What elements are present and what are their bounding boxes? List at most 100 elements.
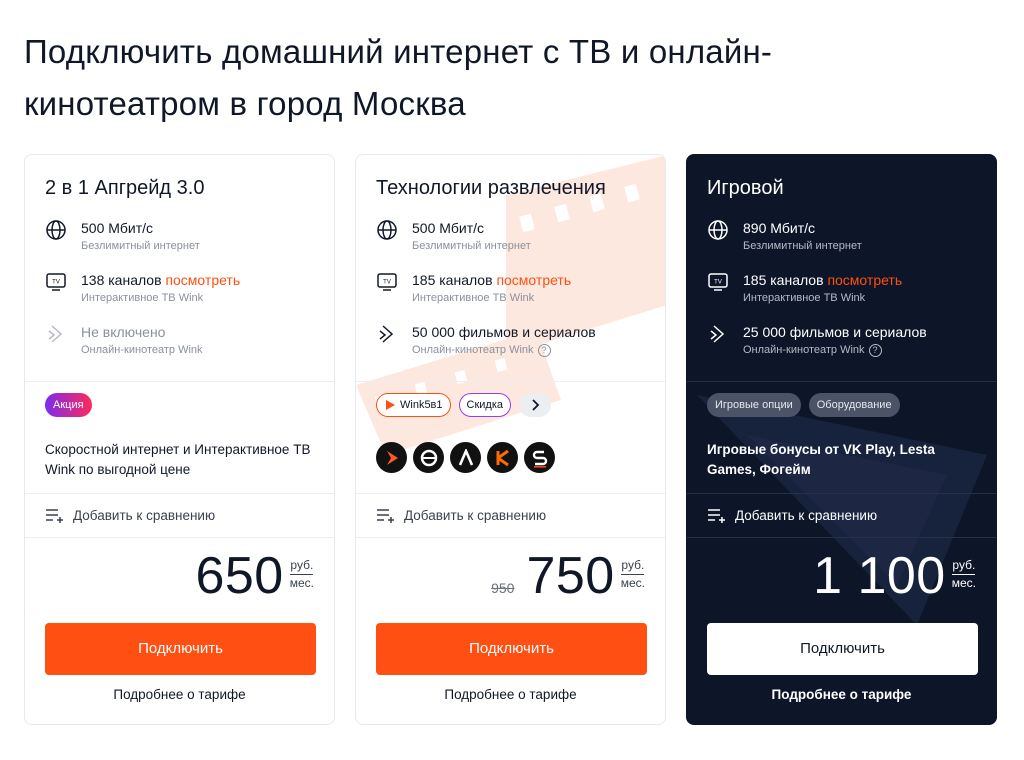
- price-currency: руб.: [290, 557, 314, 575]
- internet-label: Безлимитный интернет: [412, 240, 531, 252]
- price: 1 100 руб. мес.: [813, 547, 976, 605]
- cinema-label-row: Онлайн-кинотеатр Wink ?: [743, 343, 882, 357]
- channels-link[interactable]: посмотреть: [496, 272, 571, 288]
- feature-tv: TV 185 каналов посмотреть Интерактивное …: [707, 271, 987, 311]
- tv-channels-count: 138 каналов: [81, 272, 162, 288]
- globe-icon: [708, 220, 728, 240]
- channels-link[interactable]: посмотреть: [165, 272, 240, 288]
- svg-text:TV: TV: [714, 280, 722, 286]
- tv-label: Интерактивное ТВ Wink: [412, 292, 535, 304]
- cinema-label: Онлайн-кинотеатр Wink: [412, 344, 534, 356]
- tv-label: Интерактивное ТВ Wink: [81, 292, 204, 304]
- cinema-label: Онлайн-кинотеатр Wink: [743, 344, 865, 356]
- divider: [356, 493, 665, 494]
- internet-label: Безлимитный интернет: [81, 240, 200, 252]
- price-amount: 1 100: [813, 547, 946, 605]
- wink-icon: [48, 325, 63, 343]
- divider: [687, 493, 996, 494]
- tv-label: Интерактивное ТВ Wink: [743, 292, 866, 304]
- connect-button[interactable]: Подключить: [45, 623, 316, 675]
- feature-internet: 500 Мбит/с Безлимитный интернет: [45, 219, 325, 259]
- partner-logos: [376, 442, 555, 473]
- divider: [687, 381, 996, 382]
- kinopoisk-logo-icon: [487, 442, 518, 473]
- tv-icon: TV: [46, 273, 66, 291]
- tariff-details-link[interactable]: Подробнее о тарифе: [25, 687, 334, 702]
- chip-label: Скидка: [466, 399, 504, 411]
- add-to-compare[interactable]: Добавить к сравнению: [376, 505, 546, 525]
- svg-text:TV: TV: [383, 280, 391, 286]
- feature-internet: 890 Мбит/с Безлимитный интернет: [707, 219, 987, 259]
- compare-label: Добавить к сравнению: [404, 507, 547, 523]
- chip-equipment[interactable]: Оборудование: [808, 393, 900, 417]
- connect-button[interactable]: Подключить: [707, 623, 978, 675]
- channels-link[interactable]: посмотреть: [827, 272, 902, 288]
- tv-icon: TV: [708, 273, 728, 291]
- tariff-description: Игровые бонусы от VK Play, Lesta Games, …: [707, 442, 935, 477]
- internet-speed: 890 Мбит/с: [743, 220, 816, 236]
- chip-label: Wink5в1: [400, 399, 443, 411]
- internet-label: Безлимитный интернет: [743, 240, 862, 252]
- page-title: Подключить домашний интернет с ТВ и онла…: [24, 33, 773, 122]
- chevron-right-icon: [532, 399, 540, 411]
- tv-channels: 185 каналов посмотреть: [412, 271, 571, 289]
- price-unit: руб. мес.: [952, 557, 976, 591]
- tariff-description: Скоростной интернет и Интерактивное ТВ W…: [45, 442, 311, 477]
- old-price: 950: [491, 580, 515, 596]
- add-to-compare[interactable]: Добавить к сравнению: [45, 505, 215, 525]
- feature-cinema: Не включено Онлайн-кинотеатр Wink: [45, 323, 325, 363]
- tariff-title: Технологии развлечения: [376, 177, 606, 199]
- connect-button[interactable]: Подключить: [376, 623, 647, 675]
- tariff-title: 2 в 1 Апгрейд 3.0: [45, 177, 205, 199]
- price-period: мес.: [951, 576, 976, 590]
- price-amount: 650: [195, 547, 284, 605]
- feature-cinema: 25 000 фильмов и сериалов Онлайн-кинотеа…: [707, 323, 987, 363]
- chip-gaming-options[interactable]: Игровые опции: [707, 393, 801, 417]
- premier-logo-icon: [524, 442, 555, 473]
- feature-tv: TV 185 каналов посмотреть Интерактивное …: [376, 271, 656, 311]
- svg-text:TV: TV: [52, 280, 60, 286]
- chip-wink5v1[interactable]: Wink5в1: [376, 393, 451, 417]
- divider: [25, 537, 334, 538]
- feature-cinema: 50 000 фильмов и сериалов Онлайн-кинотеа…: [376, 323, 656, 363]
- promo-badge: Акция: [45, 393, 92, 417]
- tv-channels: 185 каналов посмотреть: [743, 271, 902, 289]
- badges: Акция: [45, 393, 92, 417]
- internet-speed: 500 Мбит/с: [81, 220, 154, 236]
- tariff-card-gaming: Игровой 890 Мбит/с Безлимитный интернет …: [686, 154, 997, 725]
- add-to-compare[interactable]: Добавить к сравнению: [707, 505, 877, 525]
- compare-label: Добавить к сравнению: [73, 507, 216, 523]
- help-icon[interactable]: ?: [868, 343, 882, 357]
- globe-icon: [377, 220, 397, 240]
- wink-icon: [710, 325, 725, 343]
- help-icon[interactable]: ?: [537, 343, 551, 357]
- divider: [356, 381, 665, 382]
- price-currency: руб.: [952, 557, 976, 575]
- price-unit: руб. мес.: [290, 557, 314, 591]
- chip-discount[interactable]: Скидка: [458, 393, 512, 417]
- price-currency: руб.: [621, 557, 645, 575]
- feature-internet: 500 Мбит/с Безлимитный интернет: [376, 219, 656, 259]
- cinema-value: 50 000 фильмов и сериалов: [412, 324, 596, 340]
- option-chips: Игровые опции Оборудование: [707, 393, 900, 417]
- price-period: мес.: [620, 576, 645, 590]
- tv-channels-count: 185 каналов: [412, 272, 493, 288]
- price: 950 750 руб. мес.: [491, 550, 645, 602]
- internet-speed: 500 Мбит/с: [412, 220, 485, 236]
- wink-logo-icon: [376, 442, 407, 473]
- divider: [25, 381, 334, 382]
- cinema-label: Онлайн-кинотеатр Wink: [81, 344, 203, 356]
- divider: [356, 537, 665, 538]
- compare-list-icon: [46, 509, 63, 523]
- play-icon: [386, 400, 395, 410]
- divider: [25, 493, 334, 494]
- price: 650 руб. мес.: [195, 547, 314, 605]
- tariff-details-link[interactable]: Подробнее о тарифе: [687, 687, 996, 702]
- chips-next-button[interactable]: [519, 393, 552, 417]
- tariff-title: Игровой: [707, 177, 784, 199]
- compare-list-icon: [708, 509, 725, 523]
- compare-list-icon: [377, 509, 394, 523]
- cinema-value: 25 000 фильмов и сериалов: [743, 324, 927, 340]
- tv-channels: 138 каналов посмотреть: [81, 271, 240, 289]
- tariff-details-link[interactable]: Подробнее о тарифе: [356, 687, 665, 702]
